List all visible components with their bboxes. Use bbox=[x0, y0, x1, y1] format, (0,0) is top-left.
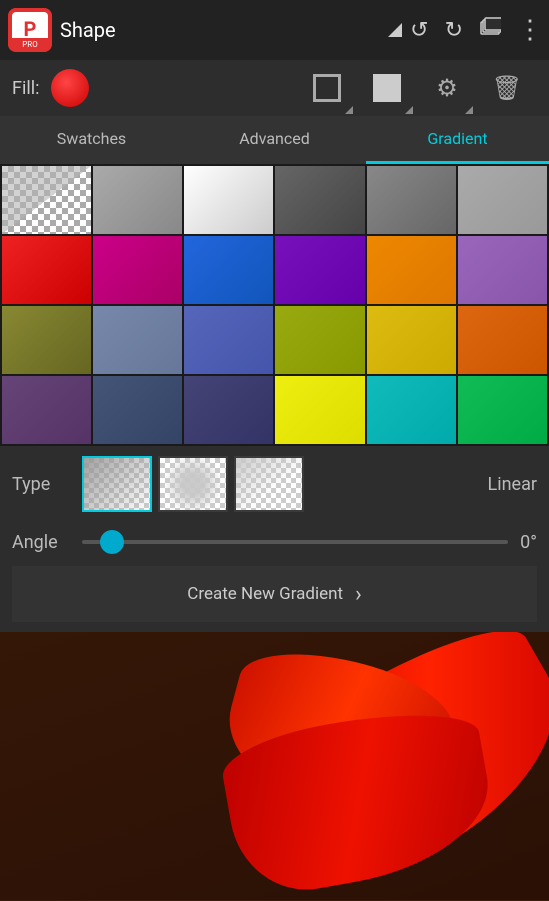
toolbar: P PRO Shape ↺ ↻ ⋮ bbox=[0, 0, 549, 60]
angle-slider[interactable] bbox=[82, 530, 508, 554]
swatch-gray-2[interactable] bbox=[367, 166, 456, 234]
create-gradient-button[interactable]: Create New Gradient › bbox=[12, 566, 537, 622]
fill-bar: Fill: ⚙ 🗑 bbox=[0, 60, 549, 116]
type-label: Type bbox=[12, 474, 82, 495]
type-row: Type bbox=[12, 456, 537, 512]
filled-square-icon bbox=[373, 74, 401, 102]
swatches-grid bbox=[0, 164, 549, 446]
gradient-type-radial[interactable] bbox=[158, 456, 228, 512]
more-button[interactable]: ⋮ bbox=[517, 15, 541, 45]
tab-advanced[interactable]: Advanced bbox=[183, 116, 366, 164]
swatch-dark-1[interactable] bbox=[275, 166, 364, 234]
fill-solid-button[interactable] bbox=[357, 60, 417, 116]
svg-text:PRO: PRO bbox=[22, 40, 38, 49]
swatch-lime[interactable] bbox=[275, 306, 364, 374]
fill-color-indicator[interactable] bbox=[51, 69, 89, 107]
swatch-navy[interactable] bbox=[93, 376, 182, 444]
outline-square-icon bbox=[313, 74, 341, 102]
corner-indicator bbox=[388, 23, 402, 37]
app-logo: P PRO bbox=[8, 8, 52, 52]
swatch-olive[interactable] bbox=[2, 306, 91, 374]
gradient-section: Type bbox=[0, 446, 549, 632]
create-gradient-arrow-icon: › bbox=[355, 582, 362, 607]
swatch-burnt-orange[interactable] bbox=[458, 306, 547, 374]
redo-button[interactable]: ↻ bbox=[445, 18, 463, 43]
swatch-teal[interactable] bbox=[367, 376, 456, 444]
gradient-type-linear[interactable] bbox=[82, 456, 152, 512]
swatch-red[interactable] bbox=[2, 236, 91, 304]
create-gradient-label: Create New Gradient bbox=[187, 584, 343, 604]
gradient-type-value: Linear bbox=[488, 474, 537, 495]
swatch-dark-purple[interactable] bbox=[2, 376, 91, 444]
swatch-yellow[interactable] bbox=[275, 376, 364, 444]
corner-triangle-2 bbox=[405, 106, 413, 114]
svg-text:P: P bbox=[24, 17, 37, 41]
undo-button[interactable]: ↺ bbox=[410, 18, 428, 43]
swatch-purple[interactable] bbox=[275, 236, 364, 304]
swatch-orange[interactable] bbox=[367, 236, 456, 304]
fill-outline-button[interactable] bbox=[297, 60, 357, 116]
page-title: Shape bbox=[60, 18, 388, 42]
swatch-indigo[interactable] bbox=[184, 306, 273, 374]
color-panel: Swatches Advanced Gradient bbox=[0, 116, 549, 632]
swatch-gold[interactable] bbox=[367, 306, 456, 374]
angle-row: Angle 0° bbox=[12, 522, 537, 562]
trash-icon: 🗑 bbox=[492, 74, 522, 102]
layers-button[interactable] bbox=[479, 16, 501, 44]
swatch-gray-1[interactable] bbox=[93, 166, 182, 234]
angle-thumb[interactable] bbox=[100, 530, 124, 554]
tab-swatches[interactable]: Swatches bbox=[0, 116, 183, 164]
swatch-gray-3[interactable] bbox=[458, 166, 547, 234]
swatch-dark-blue[interactable] bbox=[184, 376, 273, 444]
swatch-lavender[interactable] bbox=[458, 236, 547, 304]
tabs-bar: Swatches Advanced Gradient bbox=[0, 116, 549, 164]
swatch-white[interactable] bbox=[184, 166, 273, 234]
gear-icon: ⚙ bbox=[436, 74, 458, 102]
fill-label: Fill: bbox=[12, 78, 39, 99]
fill-settings-button[interactable]: ⚙ bbox=[417, 60, 477, 116]
swatch-transparent[interactable] bbox=[2, 166, 91, 234]
fill-delete-button[interactable]: 🗑 bbox=[477, 60, 537, 116]
angle-track bbox=[82, 540, 508, 544]
angle-label: Angle bbox=[12, 532, 82, 553]
gradient-type-sweep[interactable] bbox=[234, 456, 304, 512]
swatch-blue[interactable] bbox=[184, 236, 273, 304]
swatch-magenta[interactable] bbox=[93, 236, 182, 304]
swatch-slate[interactable] bbox=[93, 306, 182, 374]
corner-triangle-3 bbox=[465, 106, 473, 114]
fill-actions: ⚙ 🗑 bbox=[297, 60, 537, 116]
angle-value: 0° bbox=[520, 532, 537, 553]
swatch-green[interactable] bbox=[458, 376, 547, 444]
type-options bbox=[82, 456, 488, 512]
toolbar-actions: ↺ ↻ ⋮ bbox=[410, 15, 541, 45]
tab-gradient[interactable]: Gradient bbox=[366, 116, 549, 164]
corner-triangle-1 bbox=[345, 106, 353, 114]
